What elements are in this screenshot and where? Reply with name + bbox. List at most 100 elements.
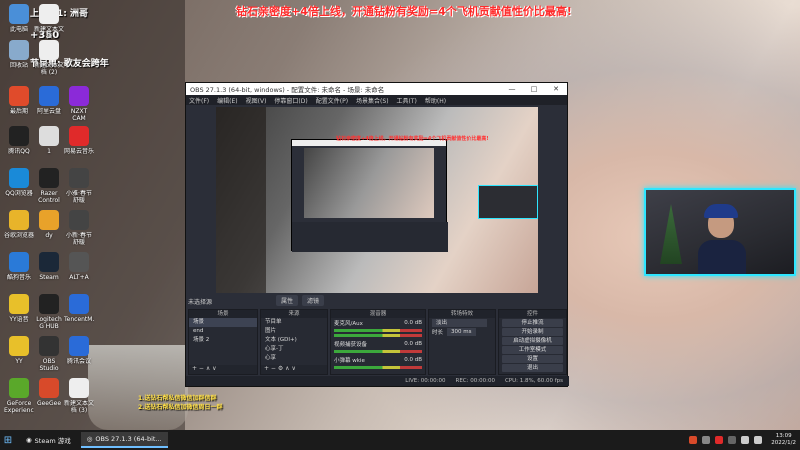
volume-slider[interactable]: [334, 334, 422, 337]
menu-edit[interactable]: 编辑(E): [217, 96, 237, 105]
volume-meter[interactable]: [334, 366, 422, 369]
desktop-icon[interactable]: 小新·春节舒暖: [64, 210, 94, 246]
mixer-channel: 麦克风/Aux 0.0 dB: [334, 319, 422, 327]
desktop-icon-label: 阿里云盘: [36, 108, 61, 115]
virtual-camera-button[interactable]: 启动虚拟摄像机: [502, 337, 563, 345]
desktop-icon-label: 小雅·春节舒暖: [66, 190, 92, 204]
menu-docks[interactable]: 停靠窗口(D): [274, 96, 307, 105]
desktop-icon[interactable]: 酷狗音乐: [4, 252, 34, 288]
desktop-icon-label: 谷歌浏览器: [4, 232, 34, 239]
tray-app-icon[interactable]: [728, 436, 737, 444]
taskbar-steam[interactable]: ◉ Steam 游戏: [20, 432, 77, 448]
minimize-button[interactable]: —: [501, 85, 523, 93]
live-time: LIVE: 00:00:00: [405, 378, 446, 384]
desktop-icon[interactable]: dy: [34, 210, 64, 246]
kugou-icon: [9, 252, 29, 272]
desktop-icon-label: TencentM...: [64, 316, 94, 323]
source-item[interactable]: 心享-丁: [261, 345, 327, 354]
scene-item[interactable]: 场景: [189, 318, 257, 327]
desktop-icon[interactable]: TencentM...: [64, 294, 94, 330]
menu-scene-collection[interactable]: 场景集合(S): [356, 96, 389, 105]
desktop-icon[interactable]: OBS Studio: [34, 336, 64, 372]
tray-app-icon[interactable]: [689, 436, 698, 444]
obs-preview[interactable]: 钻石亲密度+4倍上线，开通钻粉有奖励=4个飞机贡献值性价比最高!: [216, 107, 538, 293]
obs-icon: ◎: [86, 435, 93, 443]
mixer-channel: 视频捕获设备 0.0 dB: [334, 340, 422, 348]
desktop-icon[interactable]: QQ浏览器: [4, 168, 34, 204]
windows-start-icon[interactable]: ⊞: [0, 430, 16, 450]
douyin-icon: [39, 210, 59, 230]
mixer-dock: 混音器 麦克风/Aux 0.0 dB 视频捕获设备 0.0 dB 小弹幕 wkie 0…: [330, 309, 426, 375]
tray-app-icon[interactable]: [702, 436, 711, 444]
system-tray: 13:09 2022/1/2: [689, 433, 800, 447]
desktop-icon-label: ALT+A: [69, 274, 89, 281]
scene-item[interactable]: end: [189, 327, 257, 336]
desktop-icon[interactable]: 新建文本文档 (2): [34, 40, 64, 76]
desktop-icon[interactable]: 谷歌浏览器: [4, 210, 34, 246]
desktop-icon[interactable]: 阿里云盘: [34, 86, 64, 122]
tencent-meeting-icon: [69, 336, 89, 356]
cloud-drive-icon: [39, 86, 59, 106]
sources-toolbar[interactable]: + − ⚙ ∧ ∨: [261, 365, 327, 374]
scene-item[interactable]: 场景 2: [189, 336, 257, 345]
start-recording-button[interactable]: 开始录制: [502, 328, 563, 336]
desktop-icon[interactable]: NZXT CAM: [64, 86, 94, 122]
maximize-button[interactable]: □: [523, 85, 545, 93]
volume-icon[interactable]: [741, 436, 750, 444]
desktop-icon[interactable]: 最后期: [4, 86, 34, 122]
transition-select[interactable]: 淡出: [432, 318, 487, 327]
app-icon: [39, 378, 59, 398]
exit-button[interactable]: 退出: [502, 364, 563, 372]
volume-meter[interactable]: [334, 350, 422, 353]
desktop-icon[interactable]: GeForce Experience: [4, 378, 34, 414]
desktop-icon[interactable]: Logitech G HUB: [34, 294, 64, 330]
preview-webcam: [478, 185, 538, 219]
mixer-header: 混音器: [331, 310, 425, 318]
taskbar-obs[interactable]: ◎ OBS 27.1.3 (64-bit...: [80, 432, 168, 448]
desktop-icon[interactable]: 腾讯会议: [64, 336, 94, 372]
desktop-icon[interactable]: 网易云音乐: [64, 126, 94, 162]
menu-view[interactable]: 视图(V): [246, 96, 267, 105]
desktop-icon-label: OBS Studio: [39, 358, 59, 372]
menu-tools[interactable]: 工具(T): [397, 96, 417, 105]
source-item[interactable]: 图片: [261, 327, 327, 336]
desktop-icon[interactable]: ALT+A: [64, 252, 94, 288]
desktop-icon[interactable]: YY: [4, 336, 34, 372]
duration-input[interactable]: 300 ms: [447, 327, 476, 336]
tencent-meeting-icon: [69, 294, 89, 314]
obs-window[interactable]: OBS 27.1.3 (64-bit, windows) - 配置文件: 未命名…: [185, 82, 569, 387]
mixer-channel: 小弹幕 wkie 0.0 dB: [334, 356, 422, 364]
source-item[interactable]: 心享: [261, 354, 327, 363]
menu-help[interactable]: 帮助(H): [425, 96, 446, 105]
desktop-icon-label: GeeGee: [36, 400, 62, 407]
desktop-icon[interactable]: 回收站: [4, 40, 34, 76]
settings-button[interactable]: 设置: [502, 355, 563, 363]
clock[interactable]: 13:09 2022/1/2: [771, 433, 796, 447]
source-item[interactable]: 节目单: [261, 318, 327, 327]
filters-button[interactable]: 滤镜: [302, 295, 325, 306]
menu-profile[interactable]: 配置文件(P): [316, 96, 348, 105]
desktop-icon[interactable]: 新建文本文档 (3): [64, 378, 94, 414]
studio-mode-button[interactable]: 工作室模式: [502, 346, 563, 354]
desktop-icon[interactable]: 1: [34, 126, 64, 162]
properties-button[interactable]: 属性: [276, 295, 299, 306]
stop-streaming-button[interactable]: 停止推流: [502, 319, 563, 327]
no-source-label: 未选择源: [188, 299, 213, 306]
desktop-icon[interactable]: Steam: [34, 252, 64, 288]
desktop-icon[interactable]: 此电脑: [4, 4, 34, 40]
source-item[interactable]: 文本 (GDI+): [261, 336, 327, 345]
desktop-icon[interactable]: 小雅·春节舒暖: [64, 168, 94, 204]
volume-meter[interactable]: [334, 329, 422, 332]
desktop-icon[interactable]: Razer Control: [34, 168, 64, 204]
tray-app-icon[interactable]: [715, 436, 724, 444]
network-icon[interactable]: [754, 436, 763, 444]
close-button[interactable]: ✕: [545, 85, 567, 93]
obs-titlebar[interactable]: OBS 27.1.3 (64-bit, windows) - 配置文件: 未命名…: [186, 83, 567, 95]
clock-date: 2022/1/2: [771, 440, 796, 446]
desktop-icon[interactable]: 新建文本文档: [34, 4, 64, 40]
desktop-icon[interactable]: GeeGee: [34, 378, 64, 414]
desktop-icon[interactable]: YY语音: [4, 294, 34, 330]
scenes-toolbar[interactable]: + − ∧ ∨: [189, 365, 257, 374]
desktop-icon[interactable]: 腾讯QQ: [4, 126, 34, 162]
menu-file[interactable]: 文件(F): [189, 96, 209, 105]
